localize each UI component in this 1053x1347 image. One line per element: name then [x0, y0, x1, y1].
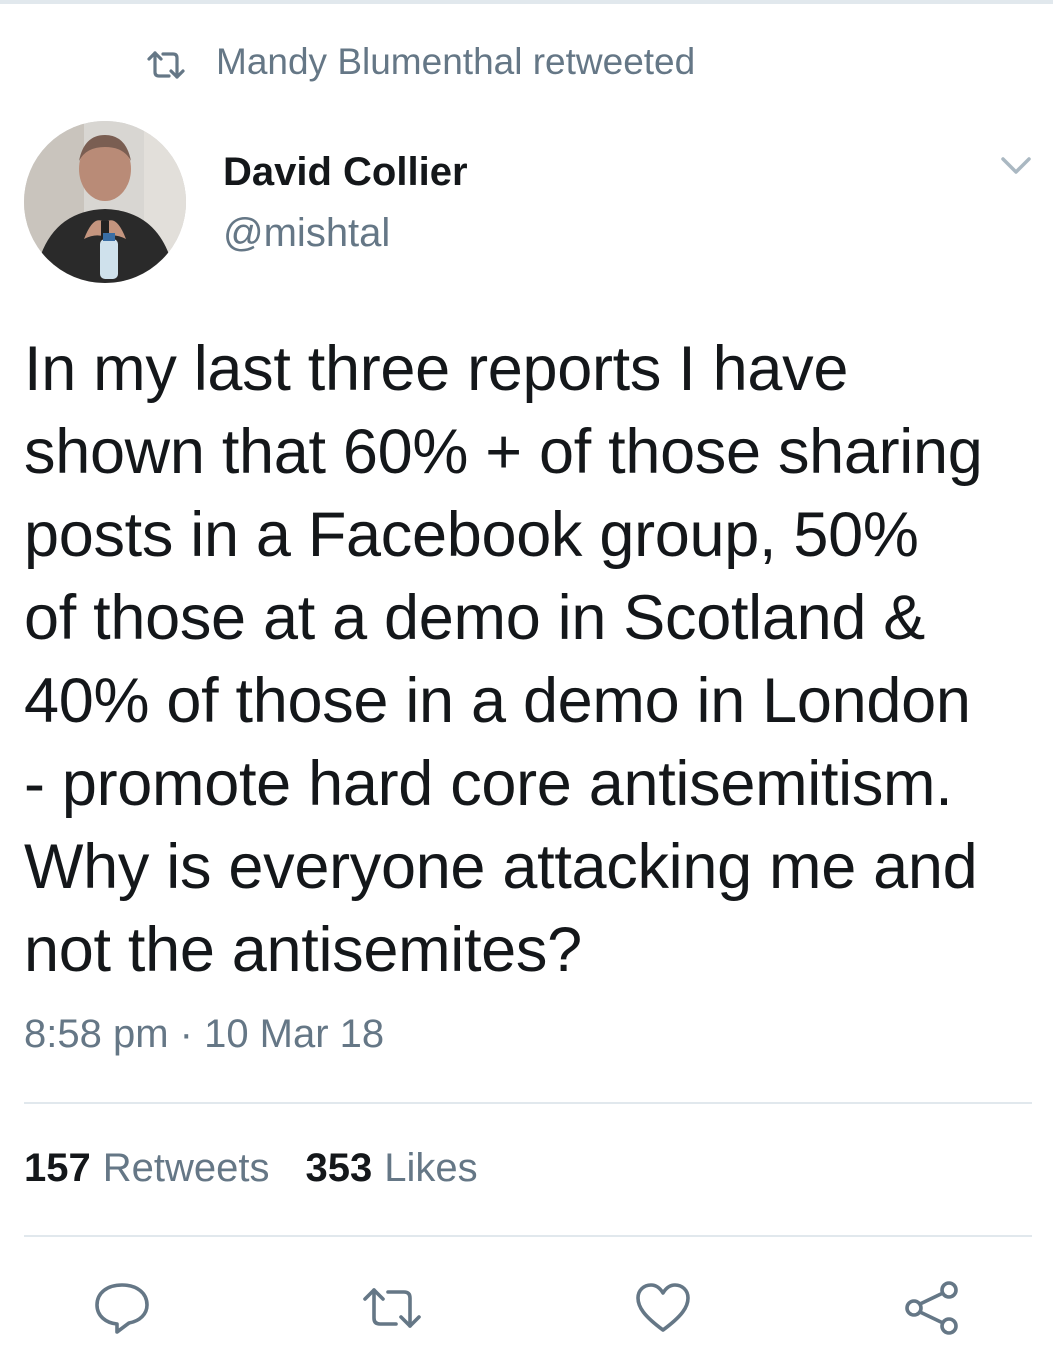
retweet-context-text: Mandy Blumenthal retweeted [216, 41, 696, 82]
reply-icon [93, 1281, 151, 1340]
retweet-context[interactable]: Mandy Blumenthal retweeted [146, 40, 695, 84]
likes-count: 353 [305, 1146, 373, 1190]
chevron-down-icon[interactable] [998, 150, 1034, 180]
share-icon [903, 1280, 961, 1341]
divider [24, 1102, 1032, 1104]
retweet-button[interactable] [362, 1280, 422, 1340]
like-button[interactable] [633, 1280, 693, 1340]
author-display-name[interactable]: David Collier [223, 150, 468, 195]
divider [24, 1235, 1032, 1237]
tweet-stats: 157 Retweets 353 Likes [24, 1146, 478, 1191]
tweet-text: In my last three reports I have shown th… [24, 334, 983, 985]
reply-button[interactable] [92, 1280, 152, 1340]
top-divider [0, 0, 1053, 4]
retweet-icon [146, 47, 186, 79]
likes-label: Likes [384, 1146, 478, 1190]
retweets-label: Retweets [102, 1146, 270, 1190]
author-handle[interactable]: @mishtal [223, 211, 390, 256]
heart-icon [634, 1282, 692, 1339]
share-button[interactable] [902, 1280, 962, 1340]
avatar[interactable] [24, 121, 186, 283]
tweet-timestamp[interactable]: 8:58 pm · 10 Mar 18 [24, 1012, 384, 1057]
likes-stat[interactable]: 353 Likes [306, 1146, 478, 1191]
retweets-count: 157 [24, 1146, 91, 1190]
retweet-icon [361, 1286, 423, 1335]
retweets-stat[interactable]: 157 Retweets [24, 1146, 270, 1191]
